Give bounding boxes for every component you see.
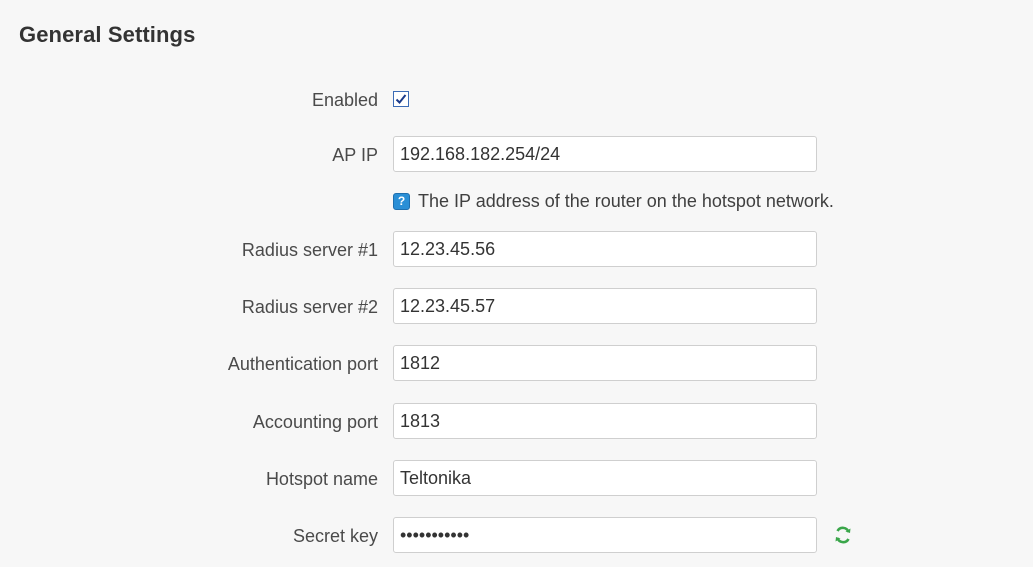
hotspot-name-label: Hotspot name [265, 469, 378, 489]
section-title: General Settings [19, 22, 196, 47]
accounting-port-row: Accounting port [0, 403, 1033, 441]
secret-key-input[interactable] [393, 517, 817, 553]
radius-server-1-input[interactable] [393, 231, 817, 267]
radius-server-2-label: Radius server #2 [241, 297, 378, 317]
refresh-icon[interactable] [833, 525, 853, 545]
accounting-port-label: Accounting port [252, 412, 378, 432]
radius-server-1-row: Radius server #1 [0, 231, 1033, 269]
help-icon[interactable]: ? [393, 192, 410, 210]
ap-ip-row: AP IP [0, 136, 1033, 174]
hotspot-name-row: Hotspot name [0, 460, 1033, 498]
accounting-port-input[interactable] [393, 403, 817, 439]
ap-ip-label: AP IP [332, 145, 378, 165]
enabled-checkbox[interactable] [393, 91, 409, 107]
enabled-row: Enabled [0, 81, 1033, 119]
radius-server-2-row: Radius server #2 [0, 288, 1033, 326]
enabled-label: Enabled [311, 90, 378, 110]
authentication-port-row: Authentication port [0, 345, 1033, 383]
ap-ip-help: ? The IP address of the router on the ho… [393, 189, 834, 213]
authentication-port-input[interactable] [393, 345, 817, 381]
radius-server-2-input[interactable] [393, 288, 817, 324]
authentication-port-label: Authentication port [227, 354, 378, 374]
secret-key-label: Secret key [292, 526, 378, 546]
ap-ip-input[interactable] [393, 136, 817, 172]
secret-key-row: Secret key [0, 517, 1033, 555]
radius-server-1-label: Radius server #1 [241, 240, 378, 260]
checkmark-icon [395, 94, 407, 104]
hotspot-name-input[interactable] [393, 460, 817, 496]
ap-ip-help-text: The IP address of the router on the hots… [418, 190, 834, 211]
